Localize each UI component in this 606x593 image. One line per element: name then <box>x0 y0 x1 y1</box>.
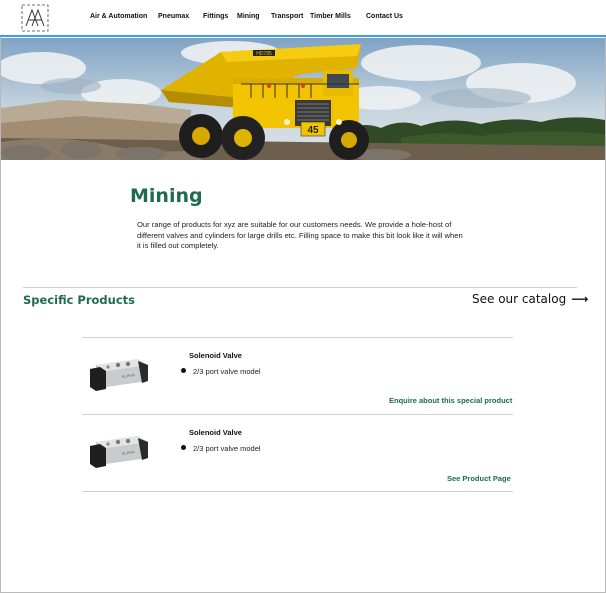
company-logo[interactable] <box>21 4 49 32</box>
see-catalog-link[interactable]: See our catalog ⟶ <box>472 292 588 306</box>
nav-item-air-automation[interactable]: Air & Automation <box>90 13 147 20</box>
mining-truck-photo: 45 HD785 <box>1 38 605 160</box>
section-divider <box>23 287 577 288</box>
product-feature-text: 2/3 port valve model <box>193 367 261 376</box>
nav-item-mining[interactable]: Mining <box>237 13 260 20</box>
solenoid-valve-image[interactable]: ALPHA <box>86 430 152 470</box>
nav-item-pneumax[interactable]: Pneumax <box>158 13 189 20</box>
product-list-bottom-divider <box>82 491 513 492</box>
top-nav: Air & Automation Pneumax Fittings Mining… <box>0 0 606 37</box>
bullet-icon <box>181 368 186 373</box>
hero-image: 45 HD785 <box>1 38 605 160</box>
solenoid-valve-image[interactable]: ALPHA <box>86 353 152 393</box>
intro-text: Our range of products for xyz are suitab… <box>137 220 463 251</box>
product-name: Solenoid Valve <box>189 428 242 437</box>
see-catalog-label: See our catalog <box>472 292 567 306</box>
bullet-icon <box>181 445 186 450</box>
product-divider <box>82 414 513 415</box>
nav-item-contact-us[interactable]: Contact Us <box>366 13 403 20</box>
truck-badge: HD785 <box>256 51 272 57</box>
arrow-right-icon: ⟶ <box>571 292 589 306</box>
product-name: Solenoid Valve <box>189 351 242 360</box>
truck-number: 45 <box>307 125 319 136</box>
see-product-page-link[interactable]: See Product Page <box>447 474 511 483</box>
product-feature-text: 2/3 port valve model <box>193 444 261 453</box>
page-title: Mining <box>130 185 203 207</box>
enquire-product-link[interactable]: Enquire about this special product <box>389 396 512 405</box>
specific-products-heading: Specific Products <box>23 293 135 307</box>
product-feature: 2/3 port valve model <box>181 367 261 376</box>
product-feature: 2/3 port valve model <box>181 444 261 453</box>
nav-item-timber-mills[interactable]: Timber Mills <box>310 13 351 20</box>
nav-item-transport[interactable]: Transport <box>271 13 303 20</box>
nav-item-fittings[interactable]: Fittings <box>203 13 228 20</box>
product-list-top-divider <box>82 337 513 338</box>
